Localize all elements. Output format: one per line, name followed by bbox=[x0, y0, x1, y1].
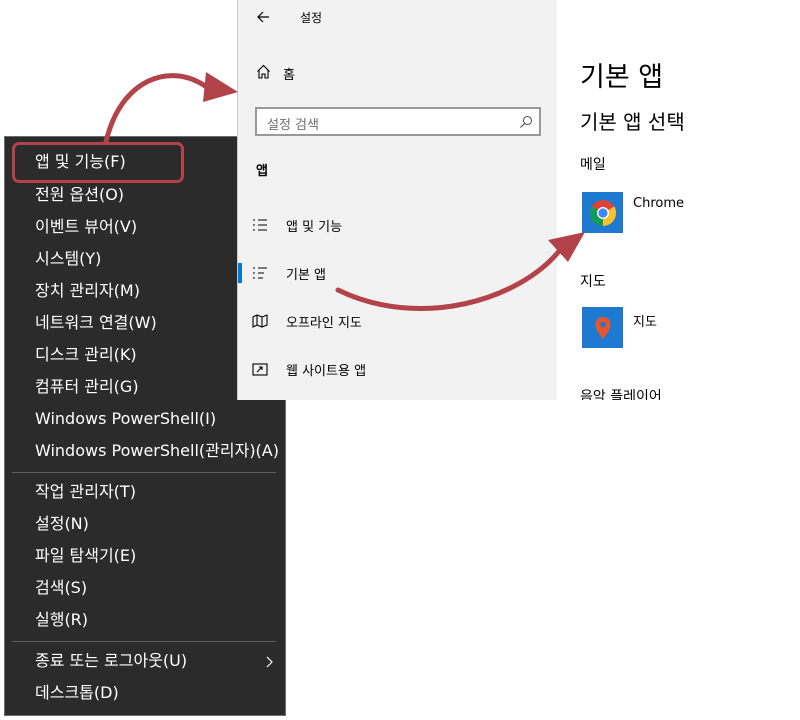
annotation-highlight-box bbox=[12, 142, 184, 183]
map-icon bbox=[252, 314, 278, 328]
menu-item-disk-management[interactable]: 디스크 관리(K) bbox=[35, 344, 137, 366]
arrowhead bbox=[203, 72, 238, 102]
back-arrow-icon[interactable] bbox=[256, 9, 270, 28]
settings-window: 설정 홈 설정 검색 앱 앱 및 기능 기본 앱 오프라인 지도 웹 사이트용 … bbox=[237, 0, 800, 400]
email-app-selector[interactable]: Chrome bbox=[582, 192, 684, 233]
menu-item-search[interactable]: 검색(S) bbox=[35, 577, 87, 599]
chrome-icon bbox=[582, 192, 623, 233]
nav-section-apps: 앱 bbox=[256, 164, 268, 179]
arrow-menu-to-settings bbox=[103, 73, 211, 145]
maps-app-name: 지도 bbox=[633, 315, 657, 330]
nav-item-label: 앱 및 기능 bbox=[286, 219, 343, 235]
home-icon bbox=[256, 64, 271, 83]
settings-nav-pane: 설정 홈 설정 검색 앱 앱 및 기능 기본 앱 오프라인 지도 웹 사이트용 … bbox=[237, 0, 557, 400]
nav-item-apps-features[interactable]: 앱 및 기능 bbox=[238, 205, 558, 245]
nav-home-label: 홈 bbox=[283, 68, 295, 83]
search-placeholder: 설정 검색 bbox=[267, 118, 319, 133]
maps-icon bbox=[582, 307, 623, 348]
page-subtitle: 기본 앱 선택 bbox=[580, 110, 685, 134]
nav-home[interactable]: 홈 bbox=[256, 64, 295, 83]
menu-item-shutdown-signout[interactable]: 종료 또는 로그아웃(U) bbox=[35, 650, 187, 672]
list-icon bbox=[252, 218, 278, 232]
search-icon[interactable] bbox=[519, 114, 533, 133]
nav-item-label: 기본 앱 bbox=[286, 267, 327, 283]
menu-item-computer-management[interactable]: 컴퓨터 관리(G) bbox=[35, 376, 139, 398]
menu-item-settings[interactable]: 설정(N) bbox=[35, 513, 89, 535]
menu-item-device-manager[interactable]: 장치 관리자(M) bbox=[35, 280, 140, 302]
menu-item-system[interactable]: 시스템(Y) bbox=[35, 248, 101, 270]
maps-app-selector[interactable]: 지도 bbox=[582, 307, 657, 348]
menu-separator bbox=[12, 472, 276, 473]
nav-item-label: 웹 사이트용 앱 bbox=[286, 363, 367, 379]
menu-item-desktop[interactable]: 데스크톱(D) bbox=[35, 682, 119, 704]
music-heading: 음악 플레이어 bbox=[580, 389, 662, 400]
default-apps-icon bbox=[252, 266, 278, 280]
email-heading: 메일 bbox=[580, 157, 606, 173]
page-title: 기본 앱 bbox=[580, 62, 664, 93]
default-apps-content: 기본 앱 기본 앱 선택 메일 Chrome 지도 지도 음악 플레이어 bbox=[580, 0, 800, 400]
nav-item-apps-for-websites[interactable]: 웹 사이트용 앱 bbox=[238, 349, 558, 389]
menu-item-power-options[interactable]: 전원 옵션(O) bbox=[35, 184, 124, 206]
nav-item-offline-maps[interactable]: 오프라인 지도 bbox=[238, 301, 558, 341]
menu-item-powershell[interactable]: Windows PowerShell(I) bbox=[35, 408, 216, 430]
web-app-icon bbox=[252, 362, 278, 376]
maps-heading: 지도 bbox=[580, 274, 606, 290]
menu-item-run[interactable]: 실행(R) bbox=[35, 609, 88, 631]
chevron-right-icon bbox=[266, 653, 274, 672]
settings-title: 설정 bbox=[300, 11, 323, 25]
nav-item-label: 오프라인 지도 bbox=[286, 315, 362, 331]
email-app-name: Chrome bbox=[633, 196, 684, 211]
menu-item-event-viewer[interactable]: 이벤트 뷰어(V) bbox=[35, 216, 137, 238]
nav-item-default-apps[interactable]: 기본 앱 bbox=[238, 253, 558, 293]
menu-item-powershell-admin[interactable]: Windows PowerShell(관리자)(A) bbox=[35, 440, 279, 462]
menu-item-file-explorer[interactable]: 파일 탐색기(E) bbox=[35, 545, 136, 567]
menu-separator bbox=[12, 641, 276, 642]
settings-search-input[interactable]: 설정 검색 bbox=[255, 107, 541, 136]
menu-item-task-manager[interactable]: 작업 관리자(T) bbox=[35, 481, 136, 503]
menu-item-network-connections[interactable]: 네트워크 연결(W) bbox=[35, 312, 157, 334]
